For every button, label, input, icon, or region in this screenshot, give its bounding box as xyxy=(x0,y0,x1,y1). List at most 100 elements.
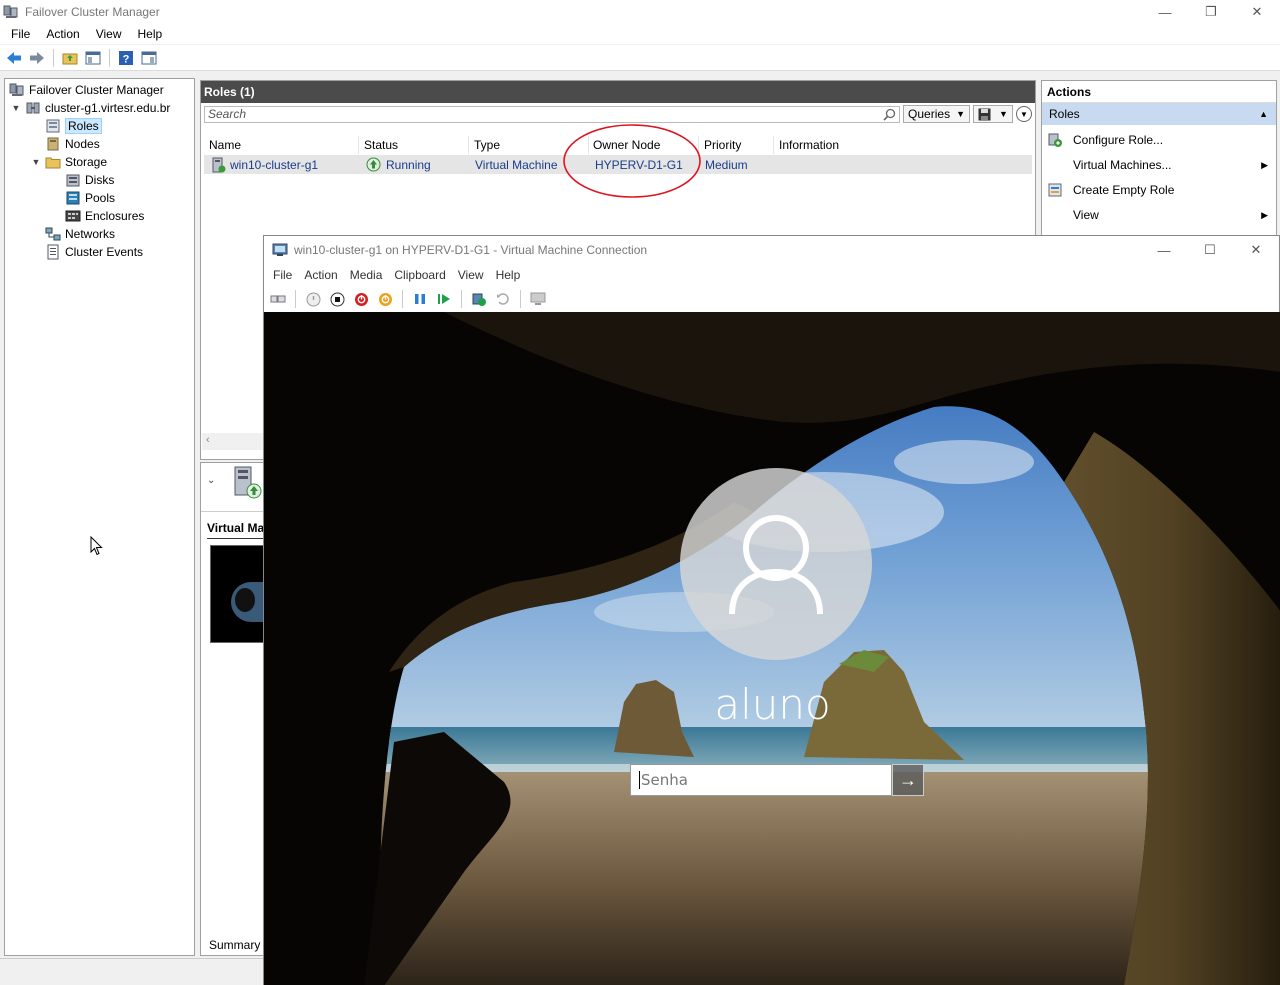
forward-button[interactable] xyxy=(27,48,47,68)
tree-item-enclosures[interactable]: Enclosures xyxy=(65,207,144,225)
app-titlebar: Failover Cluster Manager — ❐ ✕ xyxy=(0,0,1280,24)
column-header-status[interactable]: Status xyxy=(364,138,398,152)
power-on-icon xyxy=(306,292,320,306)
login-username: aluno xyxy=(714,680,831,729)
column-header-name[interactable]: Name xyxy=(209,138,241,152)
minimize-button[interactable]: — xyxy=(1142,0,1188,24)
submit-password-button[interactable]: → xyxy=(892,764,924,796)
tree-item-roles[interactable]: Roles xyxy=(45,117,102,135)
password-input[interactable]: Senha xyxy=(630,764,892,796)
revert-button[interactable] xyxy=(493,289,513,309)
menu-action[interactable]: Action xyxy=(38,27,87,41)
vm-titlebar: win10-cluster-g1 on HYPERV-D1-G1 - Virtu… xyxy=(264,236,1279,264)
tree-item-storage[interactable]: ▼ Storage xyxy=(31,153,108,171)
text-caret xyxy=(639,771,640,789)
actions-pane: Actions Roles ▲ Configure Role... Virtua… xyxy=(1041,80,1277,240)
menu-view[interactable]: View xyxy=(88,27,130,41)
vm-minimize-button[interactable]: — xyxy=(1141,236,1187,264)
horizontal-scrollbar[interactable]: ‹ xyxy=(202,433,264,450)
row-priority: Medium xyxy=(705,158,748,172)
vm-maximize-button[interactable]: ☐ xyxy=(1187,236,1233,264)
restore-button[interactable]: ❐ xyxy=(1188,0,1234,24)
actions-section-roles[interactable]: Roles ▲ xyxy=(1042,103,1276,125)
menu-file[interactable]: File xyxy=(3,27,38,41)
search-input[interactable]: Search xyxy=(204,105,901,123)
vm-close-button[interactable]: ✕ xyxy=(1233,236,1279,264)
tree-item-cluster[interactable]: ▼ cluster-g1.virtesr.edu.br xyxy=(11,99,171,117)
help-button[interactable]: ? xyxy=(116,48,136,68)
show-hide-tree-button[interactable] xyxy=(83,48,103,68)
vm-thumbnail[interactable] xyxy=(210,545,266,643)
chevron-down-icon[interactable]: ▼ xyxy=(31,157,41,167)
disk-icon xyxy=(66,174,80,187)
vm-menu-view[interactable]: View xyxy=(452,268,490,282)
highlight-ellipse xyxy=(563,124,701,198)
queries-button[interactable]: Queries ▼ xyxy=(903,105,970,123)
vm-menu-media[interactable]: Media xyxy=(344,268,389,282)
resume-button[interactable] xyxy=(434,289,454,309)
ctrl-alt-del-icon xyxy=(270,295,286,303)
vm-menu-action[interactable]: Action xyxy=(298,268,343,282)
collapse-triangle-icon[interactable]: ▲ xyxy=(1259,109,1268,119)
cluster-manager-icon xyxy=(3,5,18,18)
nodes-icon xyxy=(47,137,59,151)
ctrl-alt-del-button[interactable] xyxy=(268,289,288,309)
action-virtual-machines[interactable]: Virtual Machines... ▶ xyxy=(1042,154,1276,176)
turn-off-button[interactable] xyxy=(327,289,347,309)
tree-item-cluster-events[interactable]: Cluster Events xyxy=(45,243,143,261)
pause-button[interactable] xyxy=(410,289,430,309)
save-state-button[interactable] xyxy=(375,289,395,309)
scroll-left-arrow-icon[interactable]: ‹ xyxy=(206,434,210,446)
save-query-button[interactable]: ▼ xyxy=(973,105,1013,123)
save-icon xyxy=(978,108,991,120)
column-header-information[interactable]: Information xyxy=(779,138,839,152)
user-avatar xyxy=(680,468,872,660)
forward-arrow-icon xyxy=(30,51,44,64)
cluster-manager-icon xyxy=(9,83,24,96)
checkpoint-button[interactable] xyxy=(469,289,489,309)
start-button[interactable] xyxy=(303,289,323,309)
column-header-priority[interactable]: Priority xyxy=(704,138,741,152)
expand-collapse-button[interactable]: ▼ xyxy=(1016,106,1032,122)
action-create-empty-role[interactable]: Create Empty Role xyxy=(1042,179,1276,201)
submenu-arrow-icon: ▶ xyxy=(1261,159,1268,170)
tree-item-pools[interactable]: Pools xyxy=(65,189,115,207)
tree-label: cluster-g1.virtesr.edu.br xyxy=(45,101,171,115)
save-state-icon xyxy=(378,292,392,306)
tree-item-nodes[interactable]: Nodes xyxy=(45,135,100,153)
column-divider[interactable] xyxy=(773,136,774,154)
collapse-chevron-icon[interactable]: ⌄ xyxy=(207,475,215,486)
vm-menu-help[interactable]: Help xyxy=(490,268,527,282)
back-button[interactable] xyxy=(4,48,24,68)
detail-section-label: Virtual Ma xyxy=(207,521,265,535)
main-toolbar: ? xyxy=(0,45,1280,71)
column-header-type[interactable]: Type xyxy=(474,138,500,152)
enhanced-session-button[interactable] xyxy=(528,289,548,309)
column-divider[interactable] xyxy=(358,136,359,154)
help-icon: ? xyxy=(119,50,133,65)
actions-title: Actions xyxy=(1042,81,1276,103)
vm-menu-clipboard[interactable]: Clipboard xyxy=(388,268,451,282)
column-divider[interactable] xyxy=(468,136,469,154)
shutdown-button[interactable] xyxy=(351,289,371,309)
tree-item-disks[interactable]: Disks xyxy=(65,171,114,189)
row-name: win10-cluster-g1 xyxy=(230,158,319,172)
action-configure-role[interactable]: Configure Role... xyxy=(1042,129,1276,151)
tree-label: Disks xyxy=(85,173,115,187)
vm-guest-screen[interactable]: aluno Senha → xyxy=(264,312,1280,985)
tree-item-root[interactable]: Failover Cluster Manager xyxy=(9,81,164,99)
chevron-down-icon[interactable]: ▼ xyxy=(11,103,21,113)
search-icon[interactable] xyxy=(883,108,896,121)
tab-summary[interactable]: Summary xyxy=(209,938,260,952)
vm-menu-file[interactable]: File xyxy=(267,268,298,282)
show-hide-action-pane-button[interactable] xyxy=(139,48,159,68)
action-view[interactable]: View ▶ xyxy=(1042,204,1276,226)
submenu-arrow-icon: ▶ xyxy=(1261,209,1268,220)
menu-help[interactable]: Help xyxy=(130,27,171,41)
action-label: Create Empty Role xyxy=(1073,183,1175,197)
close-button[interactable]: ✕ xyxy=(1234,0,1280,24)
up-folder-button[interactable] xyxy=(60,48,80,68)
console-tree-icon xyxy=(85,51,101,64)
tree-item-networks[interactable]: Networks xyxy=(45,225,115,243)
storage-folder-icon xyxy=(45,157,61,169)
